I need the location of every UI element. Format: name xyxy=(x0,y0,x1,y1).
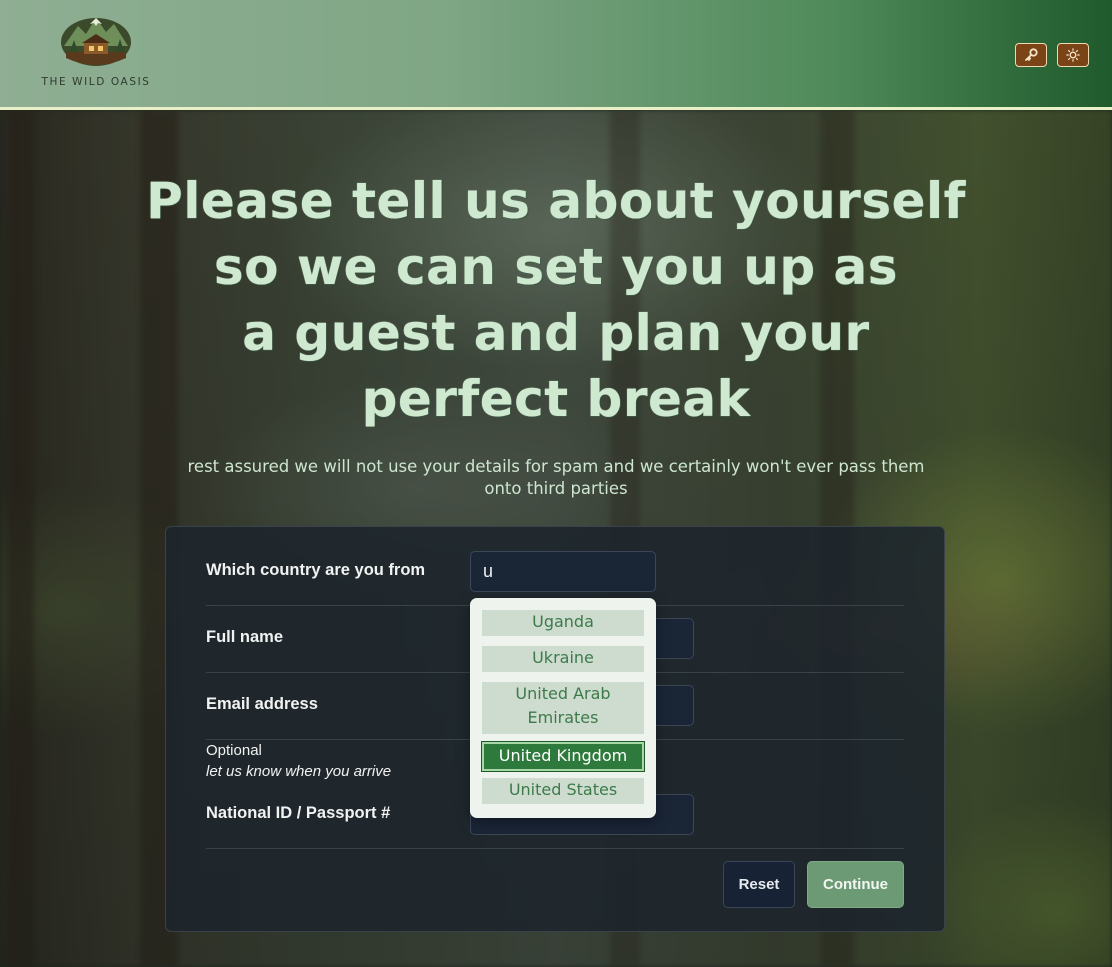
optional-hint: let us know when you arrive xyxy=(206,763,392,780)
optional-label: Optional xyxy=(206,742,262,759)
row-divider xyxy=(206,848,904,849)
headline-line: Please tell us about yourself xyxy=(146,172,966,230)
privacy-note: rest assured we will not use your detail… xyxy=(187,457,925,498)
page-headline: Please tell us about yourself so we can … xyxy=(110,168,1002,432)
country-suggestions-dropdown: Uganda Ukraine United Arab Emirates Unit… xyxy=(470,598,656,818)
continue-button[interactable]: Continue xyxy=(807,861,904,908)
fullname-label: Full name xyxy=(206,628,284,646)
country-option-selected[interactable]: United Kingdom xyxy=(481,741,645,772)
country-input[interactable]: u xyxy=(470,551,656,592)
top-header: THE WILD OASIS xyxy=(0,0,1112,110)
email-label: Email address xyxy=(206,695,318,713)
brand-name: THE WILD OASIS xyxy=(41,76,151,88)
country-option[interactable]: United Arab Emirates xyxy=(482,682,644,734)
headline-line: perfect break xyxy=(361,370,751,428)
brand-logo[interactable]: THE WILD OASIS xyxy=(40,12,152,92)
reset-button[interactable]: Reset xyxy=(723,861,795,908)
theme-toggle-button[interactable] xyxy=(1057,43,1089,67)
key-icon xyxy=(1025,48,1038,61)
sun-icon xyxy=(1066,48,1080,62)
national-id-label: National ID / Passport # xyxy=(206,804,391,822)
oasis-emblem-icon xyxy=(61,18,131,66)
country-option[interactable]: Ukraine xyxy=(482,646,644,672)
country-option[interactable]: Uganda xyxy=(482,610,644,636)
country-input-value: u xyxy=(483,561,494,581)
country-option[interactable]: United States xyxy=(482,778,644,804)
country-label: Which country are you from xyxy=(206,561,426,579)
headline-line: a guest and plan your xyxy=(242,304,870,362)
headline-line: so we can set you up as xyxy=(213,238,899,296)
login-key-button[interactable] xyxy=(1015,43,1047,67)
